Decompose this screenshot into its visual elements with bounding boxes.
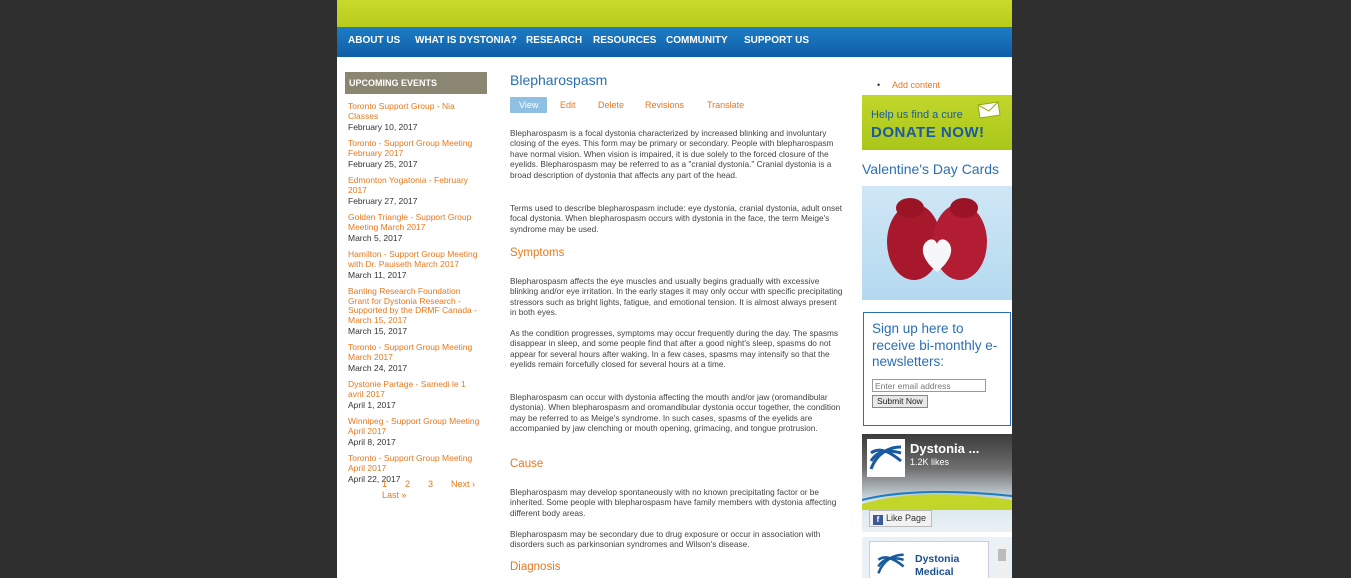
pager-last[interactable]: Last » [382,490,407,500]
event-link[interactable]: Toronto - Support Group Meeting March 20… [348,342,483,362]
email-field[interactable] [872,379,986,392]
facebook-page-widget: Dystonia ... 1.2K likes f Like Page [862,434,1012,532]
submit-button[interactable]: Submit Now [872,395,928,408]
envelope-icon [977,101,1001,119]
list-item: Toronto - Support Group Meeting March 20… [348,342,483,373]
event-date: February 27, 2017 [348,196,418,206]
fb-page-name[interactable]: Dystonia ... [910,441,979,456]
body-paragraph: As the condition progresses, symptoms ma… [510,328,839,370]
nav-research[interactable]: RESEARCH [526,27,582,57]
tab-translate[interactable]: Translate [707,97,744,113]
event-link[interactable]: Golden Triangle - Support Group Meeting … [348,212,483,232]
dmrf-name[interactable]: Dystonia Medical [915,553,975,578]
event-link[interactable]: Toronto Support Group - Nia Classes [348,101,483,121]
pager-page-2[interactable]: 2 [405,479,410,489]
body-paragraph: Blepharospasm may develop spontaneously … [510,487,837,518]
list-item: Winnipeg - Support Group Meeting April 2… [348,416,483,447]
body-paragraph: Terms used to describe blepharospasm inc… [510,203,843,234]
pager-page-3[interactable]: 3 [428,479,433,489]
header-banner [337,0,1012,27]
list-item: Dystonie Partage - Samedi le 1 avril 201… [348,379,483,410]
event-link[interactable]: Hamilton - Support Group Meeting with Dr… [348,249,483,269]
event-date: March 11, 2017 [348,270,407,280]
facebook-icon: f [873,515,883,525]
section-heading-cause: Cause [510,458,544,470]
list-item: Banting Research Foundation Grant for Dy… [348,286,483,336]
event-date: February 10, 2017 [348,122,418,132]
scrollbar[interactable] [997,543,1007,578]
bullet-icon: • [877,80,881,90]
tab-edit[interactable]: Edit [560,97,576,113]
fb-like-page-button[interactable]: f Like Page [869,510,933,527]
valentine-cards-title[interactable]: Valentine's Day Cards [862,161,999,177]
pager-page-1[interactable]: 1 [382,479,387,489]
pager-next[interactable]: Next › [451,479,475,489]
event-date: February 25, 2017 [348,159,418,169]
nav-resources[interactable]: RESOURCES [593,27,656,57]
fb-likes-count: 1.2K likes [910,457,950,467]
add-content-link[interactable]: Add content [892,80,940,90]
event-date: March 15, 2017 [348,326,408,336]
event-link[interactable]: Dystonie Partage - Samedi le 1 avril 201… [348,379,483,399]
event-link[interactable]: Winnipeg - Support Group Meeting April 2… [348,416,483,436]
nav-what-is-dystonia[interactable]: WHAT IS DYSTONIA? [415,27,517,57]
list-item: Edmonton Yogatonia - February 2017 Febru… [348,175,483,206]
section-heading-symptoms: Symptoms [510,247,565,259]
event-link[interactable]: Toronto - Support Group Meeting February… [348,138,483,158]
dystonia-logo-icon [877,553,905,574]
newsletter-signup: Sign up here to receive bi-monthly e-new… [863,312,1011,426]
section-heading-diagnosis: Diagnosis [510,561,561,573]
body-paragraph: Blepharospasm can occur with dystonia af… [510,392,841,434]
fb-like-label: Like Page [886,513,927,523]
event-date: April 8, 2017 [348,437,396,447]
tab-delete[interactable]: Delete [598,97,624,113]
signup-text: Sign up here to receive bi-monthly e-new… [872,321,998,369]
event-link[interactable]: Banting Research Foundation Grant for Dy… [348,286,483,325]
nav-support-us[interactable]: SUPPORT US [744,27,809,57]
nav-community[interactable]: COMMUNITY [666,27,728,57]
mittens-heart-image [887,198,987,280]
list-item: Golden Triangle - Support Group Meeting … [348,212,483,243]
dystonia-logo-icon [867,439,905,477]
body-paragraph: Blepharospasm may be secondary due to dr… [510,529,821,550]
body-paragraph: Blepharospasm affects the eye muscles an… [510,276,843,318]
page: ABOUT US WHAT IS DYSTONIA? RESEARCH RESO… [337,0,1012,578]
valentine-image[interactable] [862,186,1012,300]
tab-view[interactable]: View [510,97,548,113]
event-link[interactable]: Edmonton Yogatonia - February 2017 [348,175,483,195]
body-paragraph: Blepharospasm is a focal dystonia charac… [510,128,834,180]
nav-about-us[interactable]: ABOUT US [348,27,400,57]
dmrf-feed: Dystonia Medical [862,537,1012,578]
list-item: Toronto - Support Group Meeting February… [348,138,483,169]
dmrf-post: Dystonia Medical [869,541,989,578]
event-date: March 24, 2017 [348,363,408,373]
list-item: Hamilton - Support Group Meeting with Dr… [348,249,483,280]
page-title: Blepharospasm [510,72,608,88]
tab-revisions[interactable]: Revisions [645,97,684,113]
donate-tagline: Help us find a cure [871,109,963,121]
event-date: March 5, 2017 [348,233,403,243]
main-nav: ABOUT US WHAT IS DYSTONIA? RESEARCH RESO… [337,27,1012,57]
event-date: April 1, 2017 [348,400,396,410]
list-item: Toronto Support Group - Nia Classes Febr… [348,101,483,132]
event-link[interactable]: Toronto - Support Group Meeting April 20… [348,453,483,473]
wave-banner-icon [862,490,1012,510]
scrollbar-thumb[interactable] [998,549,1006,561]
donate-now-label: DONATE NOW! [871,124,985,141]
events-list: Toronto Support Group - Nia Classes Febr… [348,101,483,491]
donate-banner[interactable]: Help us find a cure DONATE NOW! [862,95,1012,150]
upcoming-events-header: UPCOMING EVENTS [345,72,487,94]
